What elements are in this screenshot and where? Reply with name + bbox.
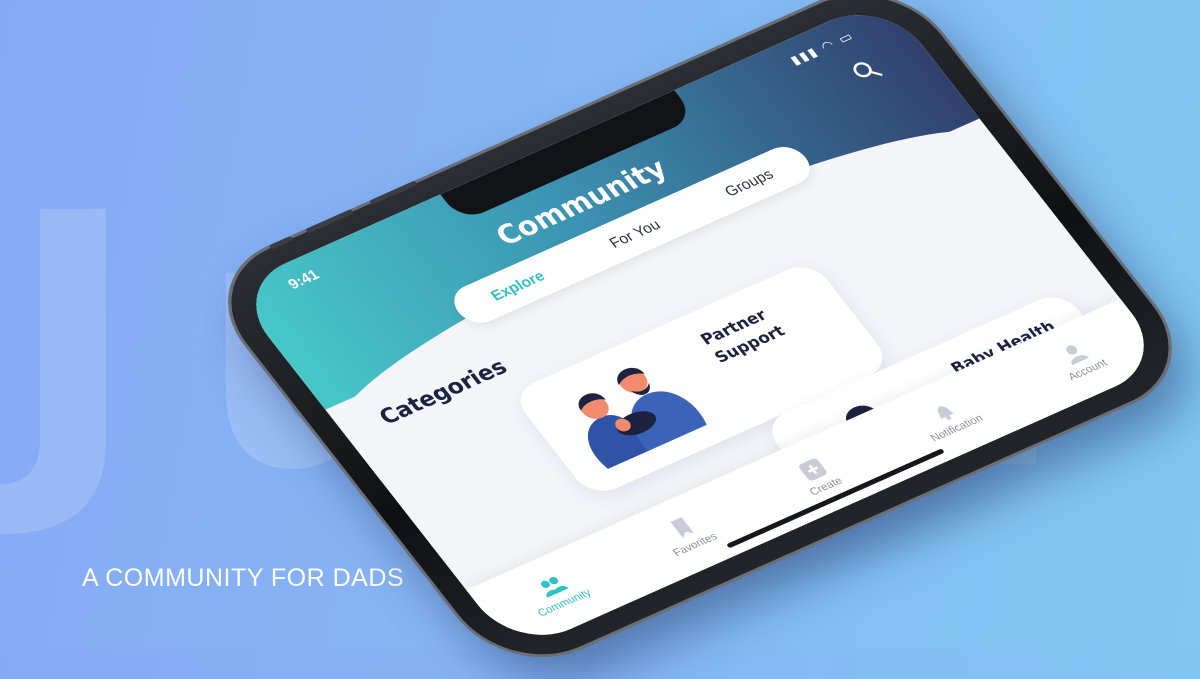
couple-illustration: [578, 368, 707, 469]
tab-for-you[interactable]: For You: [606, 216, 664, 251]
tab-explore[interactable]: Explore: [487, 268, 548, 304]
card-label: Partner Support: [696, 305, 789, 367]
tab-groups[interactable]: Groups: [721, 166, 777, 200]
